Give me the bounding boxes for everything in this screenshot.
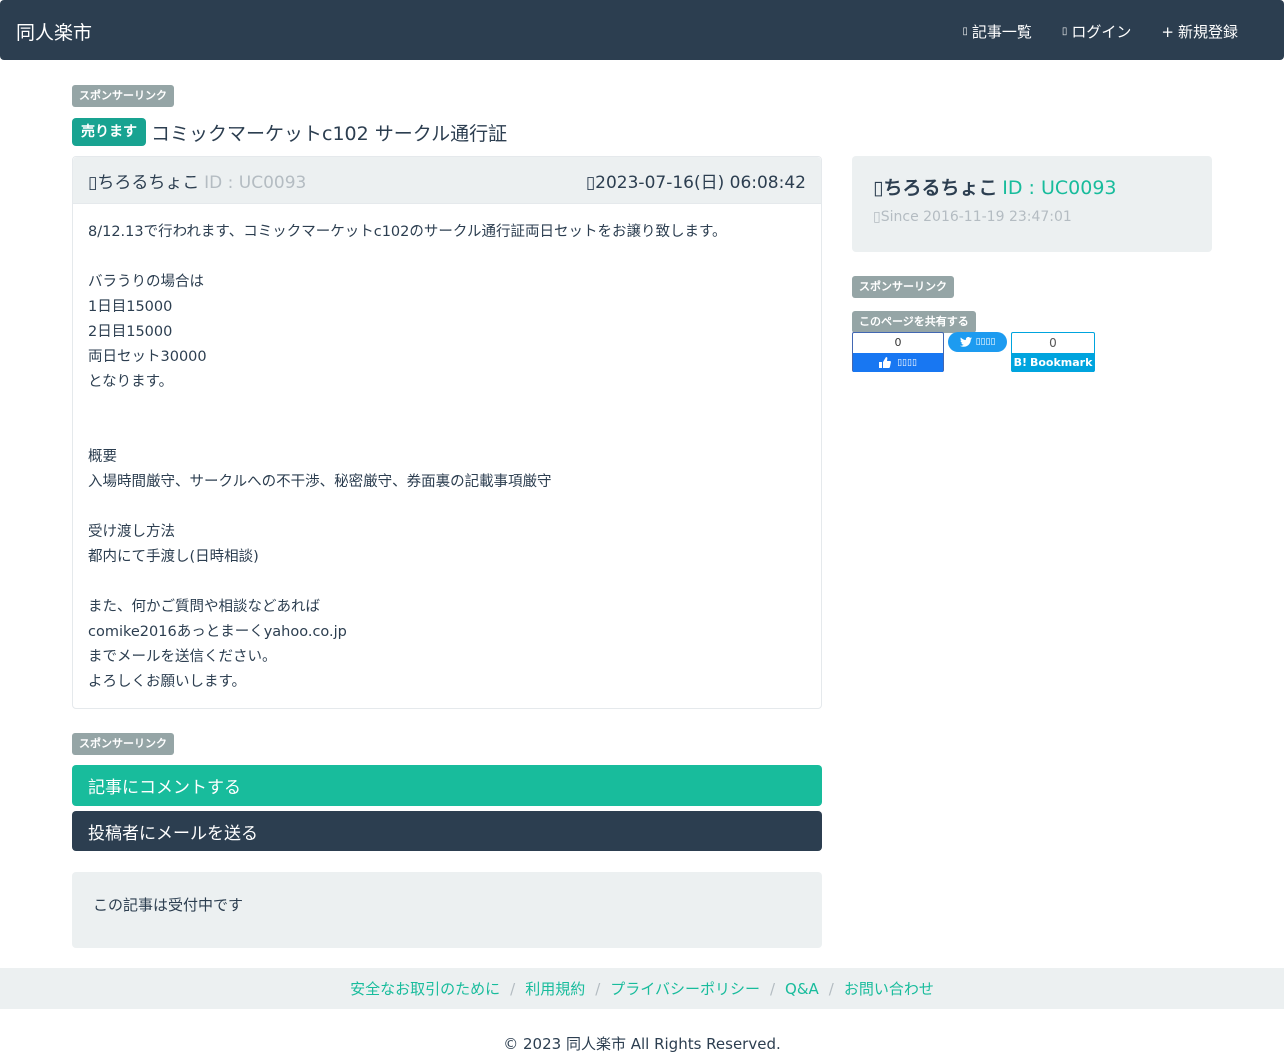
post-date: 2023-07-16(日) 06:08:42 [595,172,806,193]
status-text: この記事は受付中です [93,896,244,914]
twitter-share-label: ▯▯▯▯ [975,337,996,347]
post-body-line: 入場時間厳守、サークルへの不干渉、秘密厳守、券面裏の記載事項厳守 [88,474,552,490]
comment-button[interactable]: 記事にコメントする [72,765,822,806]
nav-links: ▯ 記事一覧 ▯ ログイン + 新規登録 [962,21,1238,42]
profile-card: ▯ちろるちょこ ID : UC0093 ▯Since 2016-11-19 23… [852,156,1212,252]
footer-link-contact[interactable]: お問い合わせ [844,978,934,999]
post-body-line: バラうりの場合は [88,274,204,290]
nav-login-label: ログイン [1071,23,1132,41]
post-body-line [88,245,806,270]
profile-name[interactable]: ちろるちょこ [883,177,997,199]
post-body-line: 1日目15000 [88,299,173,315]
twitter-bird-icon [959,337,972,347]
profile-heading: ▯ちろるちょこ ID : UC0093 [873,173,1191,200]
login-icon: ▯ [1061,26,1068,37]
post-body-line: 両日セット30000 [88,349,207,365]
post-date-wrap: ▯2023-07-16(日) 06:08:42 [586,168,806,193]
facebook-like-bar: ▯▯▯▯ [853,353,943,372]
post-body-line: 概要 [88,449,117,465]
sponsor-label: スポンサーリンク [72,733,174,755]
share-label: このページを共有する [852,311,976,333]
footer-link-privacy[interactable]: プライバシーポリシー [610,978,760,999]
hatena-bookmark-label: Bookmark [1029,356,1093,369]
user-icon: ▯ [88,172,98,193]
post-body-line [88,495,806,520]
post-body-line [88,570,806,595]
post-author: ▯ちろるちょこ ID : UC0093 [88,168,306,193]
twitter-share-widget[interactable]: ▯▯▯▯ [948,332,1007,352]
profile-since-text: Since 2016-11-19 23:47:01 [880,209,1072,225]
post-body-line: となります。 [88,374,174,390]
nav-login[interactable]: ▯ ログイン [1062,21,1132,42]
post-author-name[interactable]: ちろるちょこ [97,173,199,193]
footer-separator: / [595,979,601,998]
post-body-line: よろしくお願いします。 [88,674,247,690]
post-body-line: また、何かご質問や相談などあれば [88,599,320,615]
facebook-like-widget[interactable]: 0 ▯▯▯▯ [852,332,944,372]
post-title: コミックマーケットc102 サークル通行証 [151,122,508,145]
plus-icon: + [1161,22,1174,41]
post-body-line [88,395,806,420]
user-icon: ▯ [873,177,884,199]
post-body: 8/12.13で行われます、コミックマーケットc102のサークル通行証両日セット… [73,204,821,695]
post-body-line: 2日目15000 [88,324,173,340]
post-card: ▯ちろるちょこ ID : UC0093 ▯2023-07-16(日) 06:08… [72,156,822,709]
hatena-b-icon: B! [1013,356,1027,369]
facebook-like-label: ▯▯▯▯ [897,357,917,368]
nav-signup[interactable]: + 新規登録 [1161,21,1238,42]
sell-badge: 売ります [72,118,146,146]
footer-separator: / [510,979,516,998]
post-card-header: ▯ちろるちょこ ID : UC0093 ▯2023-07-16(日) 06:08… [73,157,821,204]
post-body-line: までメールを送信ください。 [88,649,277,665]
clock-icon: ▯ [585,172,596,193]
sponsor-label: スポンサーリンク [72,85,174,107]
hatena-bookmark-count: 0 [1049,336,1057,350]
site-brand[interactable]: 同人楽市 [16,18,92,45]
post-title-row: 売ります コミックマーケットc102 サークル通行証 [72,118,507,146]
post-body-line [88,420,806,445]
copyright: © 2023 同人楽市 All Rights Reserved. [503,1035,781,1053]
nav-article-list[interactable]: ▯ 記事一覧 [962,21,1032,42]
list-icon: ▯ [962,26,968,37]
sponsor-label: スポンサーリンク [852,276,954,298]
clock-icon: ▯ [873,209,881,225]
footer-link-qa[interactable]: Q&A [785,980,819,998]
post-body-line: comike2016あっとまーくyahoo.co.jp [88,624,347,640]
footer-separator: / [769,979,776,998]
profile-id: ID : UC0093 [1002,177,1117,199]
footer-links: 安全なお取引のために / 利用規約 / プライバシーポリシー / Q&A / お… [0,968,1284,1009]
profile-since: ▯Since 2016-11-19 23:47:01 [873,209,1191,225]
nav-article-list-label: 記事一覧 [971,23,1032,41]
post-body-line: 都内にて手渡し(日時相談) [88,549,259,565]
post-author-id: ID : UC0093 [204,172,307,193]
post-body-line: 8/12.13で行われます、コミックマーケットc102のサークル通行証両日セット… [88,224,727,240]
hatena-bookmark-widget[interactable]: 0 B! Bookmark [1011,332,1095,372]
footer-link-safe-trading[interactable]: 安全なお取引のために [350,978,500,999]
facebook-like-count: 0 [894,336,902,349]
footer-link-terms[interactable]: 利用規約 [525,978,585,999]
thumbs-up-icon [879,357,892,368]
footer-separator: / [828,979,834,998]
nav-signup-label: 新規登録 [1177,23,1238,41]
status-box: この記事は受付中です [72,872,822,948]
mail-author-button[interactable]: 投稿者にメールを送る [72,811,822,851]
hatena-bookmark-bar: B! Bookmark [1012,353,1094,372]
top-navbar: 同人楽市 ▯ 記事一覧 ▯ ログイン + 新規登録 [0,0,1284,60]
post-body-line: 受け渡し方法 [88,524,175,540]
